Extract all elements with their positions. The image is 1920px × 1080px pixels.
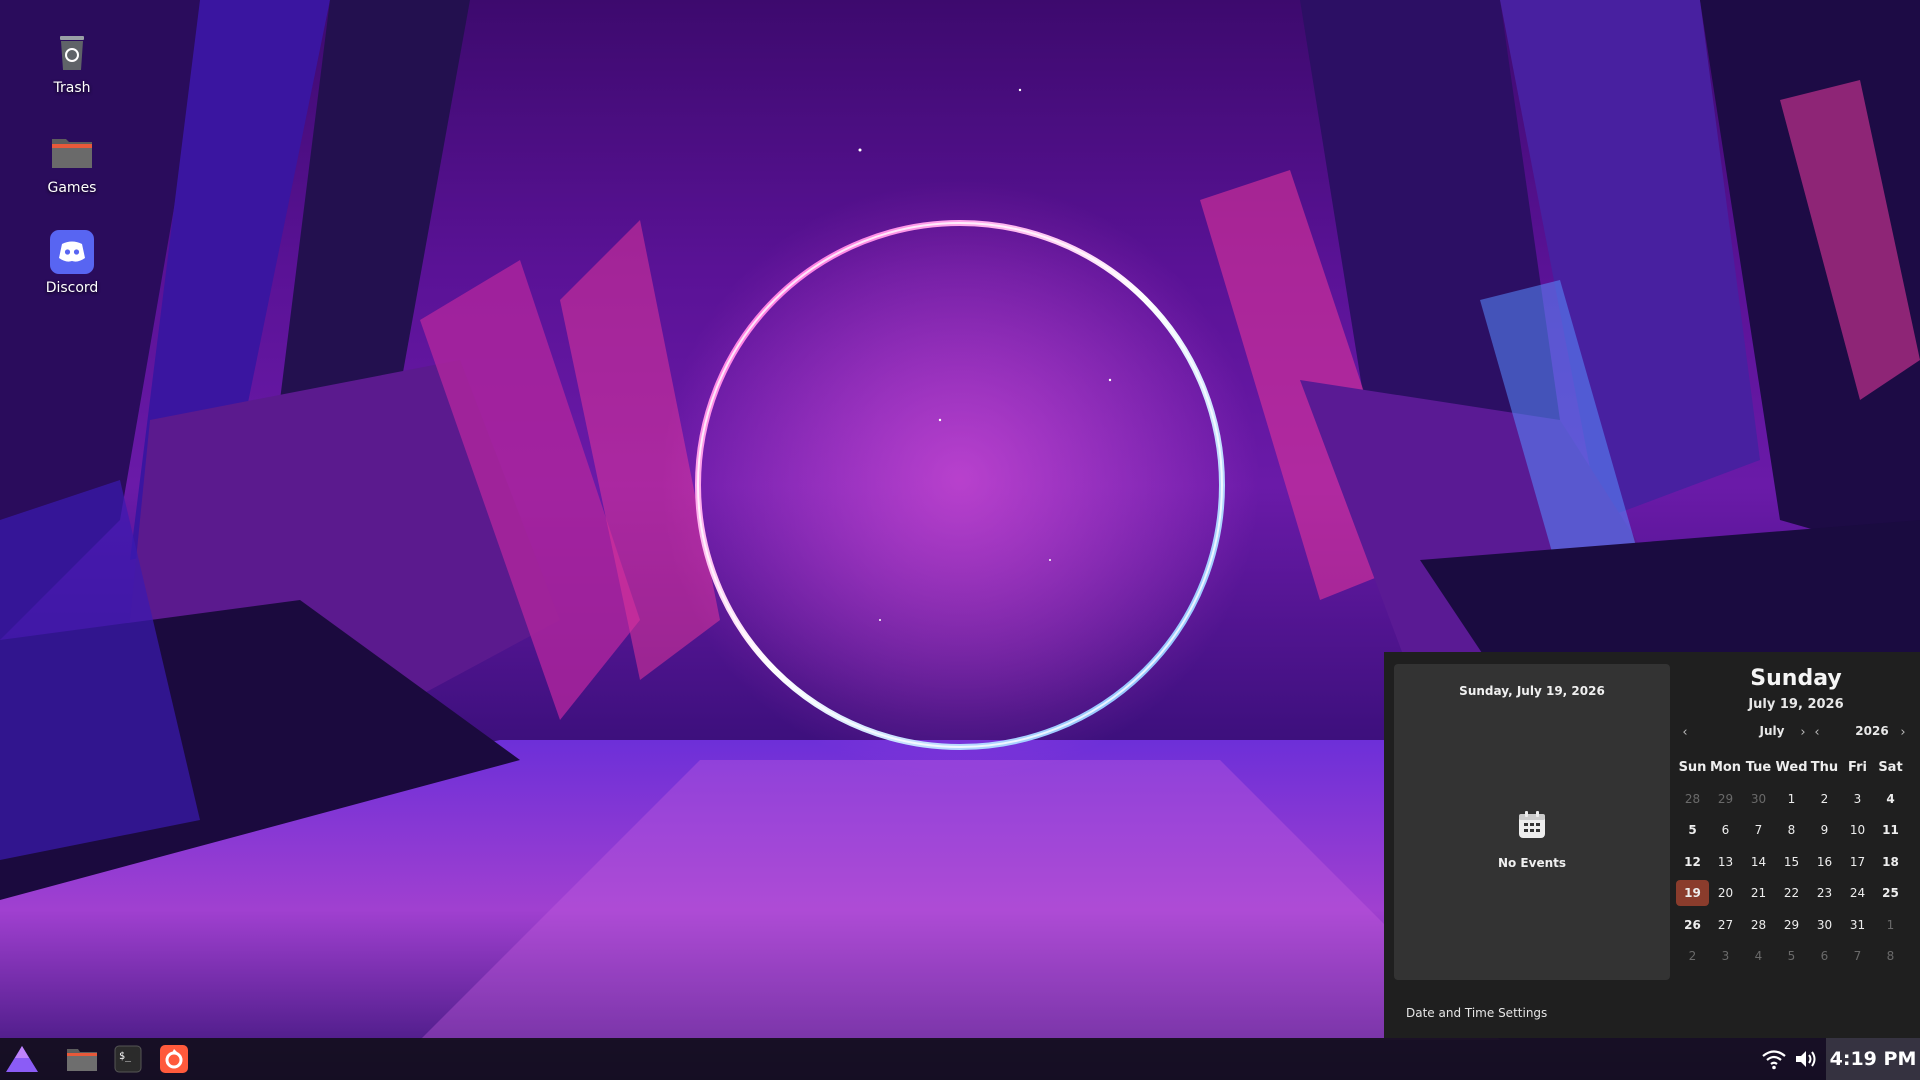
desktop-icon-games[interactable]: Games: [32, 130, 112, 196]
current-date: July 19, 2026: [1748, 697, 1844, 712]
calendar-day[interactable]: 16: [1808, 855, 1841, 869]
calendar-day[interactable]: 2: [1808, 792, 1841, 806]
desktop-icon-label: Trash: [53, 80, 91, 96]
calendar-day[interactable]: 1: [1874, 918, 1907, 932]
app-menu-icon: [6, 1046, 38, 1072]
calendar-day[interactable]: 20: [1709, 886, 1742, 900]
calendar-day[interactable]: 8: [1775, 823, 1808, 837]
volume-icon[interactable]: [1794, 1048, 1818, 1070]
calendar-day[interactable]: 1: [1775, 792, 1808, 806]
events-pane: Sunday, July 19, 2026 No Events: [1394, 664, 1670, 980]
taskbar-clock[interactable]: 4:19 PM: [1826, 1038, 1920, 1080]
calendar-day[interactable]: 11: [1874, 823, 1907, 837]
year-label: 2026: [1855, 724, 1889, 738]
calendar-week-row: 2 3 4 5 6 7 8: [1676, 941, 1916, 973]
prev-year-button[interactable]: ‹: [1810, 722, 1824, 742]
calendar-day[interactable]: 30: [1742, 792, 1775, 806]
calendar-day[interactable]: 24: [1841, 886, 1874, 900]
calendar-day[interactable]: 29: [1709, 792, 1742, 806]
calendar-day[interactable]: 6: [1709, 823, 1742, 837]
calendar-day[interactable]: 6: [1808, 949, 1841, 963]
calendar-day[interactable]: 29: [1775, 918, 1808, 932]
firefox-button[interactable]: [156, 1042, 192, 1076]
calendar-day[interactable]: 14: [1742, 855, 1775, 869]
calendar-day[interactable]: 21: [1742, 886, 1775, 900]
calendar-day[interactable]: 22: [1775, 886, 1808, 900]
calendar-day[interactable]: 9: [1808, 823, 1841, 837]
weekday-header: Tue: [1745, 759, 1772, 775]
terminal-button[interactable]: $_: [110, 1042, 146, 1076]
desktop-icon-discord[interactable]: Discord: [32, 230, 112, 296]
weekday-header: Wed: [1775, 759, 1808, 775]
folder-icon: [52, 139, 92, 168]
discord-icon: [50, 230, 94, 274]
svg-text:$_: $_: [119, 1051, 132, 1062]
desktop-icon-trash[interactable]: Trash: [32, 30, 112, 96]
weekday-header: Sat: [1878, 759, 1903, 775]
calendar-week-row: 12 13 14 15 16 17 18: [1676, 846, 1916, 878]
desktop-icon-label: Discord: [45, 280, 99, 296]
calendar-day[interactable]: 13: [1709, 855, 1742, 869]
terminal-icon: $_: [114, 1045, 142, 1073]
calendar-day[interactable]: 12: [1676, 855, 1709, 869]
firefox-icon: [160, 1045, 188, 1073]
weekday-header: Fri: [1848, 759, 1867, 775]
calendar-day[interactable]: 28: [1676, 792, 1709, 806]
calendar-day[interactable]: 15: [1775, 855, 1808, 869]
calendar-day[interactable]: 7: [1841, 949, 1874, 963]
events-date-header: Sunday, July 19, 2026: [1459, 684, 1605, 698]
prev-month-button[interactable]: ‹: [1678, 722, 1692, 742]
date-time-settings-link[interactable]: Date and Time Settings: [1406, 1006, 1547, 1020]
calendar-day[interactable]: 18: [1874, 855, 1907, 869]
app-menu-button[interactable]: [4, 1042, 40, 1076]
calendar-day[interactable]: 27: [1709, 918, 1742, 932]
calendar-day[interactable]: 8: [1874, 949, 1907, 963]
calendar-week-row: 26 27 28 29 30 31 1: [1676, 909, 1916, 941]
calendar-day[interactable]: 23: [1808, 886, 1841, 900]
calendar-day[interactable]: 5: [1676, 823, 1709, 837]
calendar-day[interactable]: 3: [1841, 792, 1874, 806]
calendar-day[interactable]: 25: [1874, 886, 1907, 900]
calendar-popup: Sunday, July 19, 2026 No Events Sunday J…: [1384, 652, 1920, 1038]
file-manager-icon: [67, 1049, 97, 1071]
file-manager-button[interactable]: [64, 1042, 100, 1076]
calendar-day[interactable]: 2: [1676, 949, 1709, 963]
weekday-header-row: Sun Mon Tue Wed Thu Fri Sat: [1676, 751, 1916, 783]
weekday-header: Thu: [1810, 759, 1839, 775]
calendar-day[interactable]: 31: [1841, 918, 1874, 932]
calendar-icon: [1519, 811, 1545, 838]
calendar-week-row: 19 20 21 22 23 24 25: [1676, 878, 1916, 910]
calendar-day[interactable]: 26: [1676, 918, 1709, 932]
calendar-day[interactable]: 3: [1709, 949, 1742, 963]
next-year-button[interactable]: ›: [1896, 722, 1910, 742]
trash-icon: [60, 36, 84, 70]
current-weekday: Sunday: [1750, 666, 1842, 691]
wifi-icon[interactable]: [1762, 1048, 1786, 1070]
calendar-day[interactable]: 30: [1808, 918, 1841, 932]
calendar-grid: Sun Mon Tue Wed Thu Fri Sat 28 29 30 1 2…: [1676, 751, 1916, 972]
calendar-day[interactable]: 28: [1742, 918, 1775, 932]
calendar-day[interactable]: 7: [1742, 823, 1775, 837]
calendar-day-today[interactable]: 19: [1676, 880, 1709, 907]
calendar-day[interactable]: 10: [1841, 823, 1874, 837]
taskbar: $_ 4:19 PM: [0, 1038, 1920, 1080]
calendar-day[interactable]: 4: [1874, 792, 1907, 806]
calendar-day[interactable]: 4: [1742, 949, 1775, 963]
calendar-week-row: 5 6 7 8 9 10 11: [1676, 815, 1916, 847]
calendar-week-row: 28 29 30 1 2 3 4: [1676, 783, 1916, 815]
weekday-header: Mon: [1709, 759, 1742, 775]
weekday-header: Sun: [1678, 759, 1707, 775]
next-month-button[interactable]: ›: [1796, 722, 1810, 742]
no-events-label: No Events: [1497, 856, 1567, 870]
calendar-day[interactable]: 17: [1841, 855, 1874, 869]
calendar-day[interactable]: 5: [1775, 949, 1808, 963]
desktop-icon-label: Games: [47, 180, 97, 196]
